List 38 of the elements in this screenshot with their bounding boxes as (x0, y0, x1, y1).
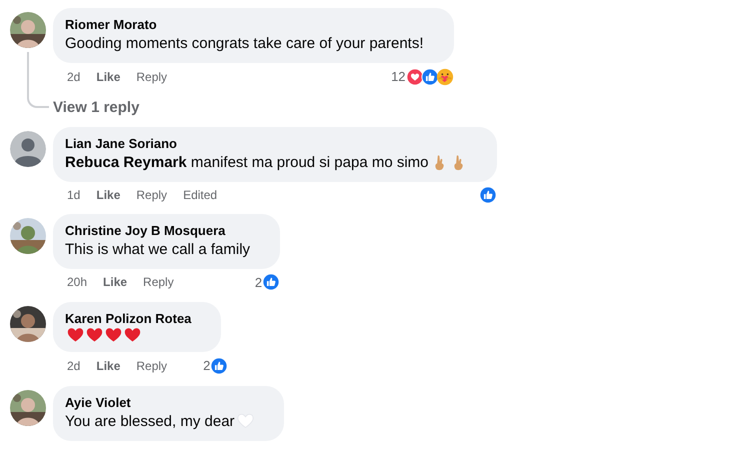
reply-link[interactable]: Reply (136, 358, 168, 374)
author-name[interactable]: Ayie Violet (65, 394, 254, 410)
comment-text: Gooding moments congrats take care of your parents! (65, 34, 424, 54)
comment-text: This is what we call a family (65, 240, 250, 260)
comment-text: manifest ma proud si papa mo simo (190, 152, 429, 172)
reaction-count: 2 (254, 274, 262, 292)
like-icon (420, 68, 439, 86)
reaction-count: 2 (203, 357, 210, 375)
comment-time: 1d (67, 186, 80, 204)
heart-icon (67, 327, 84, 344)
like-icon (262, 273, 280, 292)
mention-link[interactable]: Rebuca Reymark (65, 152, 187, 174)
comment-text: You are blessed, my dear (65, 412, 235, 432)
like-icon (478, 186, 497, 204)
comment-time: 2d (67, 358, 80, 375)
author-name[interactable]: Riomer Morato (65, 16, 424, 33)
reply-link[interactable]: Reply (136, 68, 168, 85)
heart-icon (86, 327, 103, 344)
like-link[interactable]: Like (96, 358, 120, 374)
author-name[interactable]: Christine Joy B Mosquera (65, 222, 250, 238)
reply-link[interactable]: Reply (143, 274, 174, 290)
like-link[interactable]: Like (103, 274, 128, 290)
heart-icon (124, 327, 141, 344)
comment-time: 20h (67, 274, 88, 292)
like-link[interactable]: Like (96, 68, 120, 85)
view-replies-link[interactable]: View 1 reply (53, 98, 454, 116)
author-name[interactable]: Karen Polizon Rotea (65, 310, 192, 327)
reply-link[interactable]: Reply (136, 186, 168, 202)
author-name[interactable]: Lian Jane Soriano (65, 134, 467, 152)
edited-label: Edited (183, 186, 218, 204)
avatar-icon (10, 130, 46, 166)
like-icon (210, 356, 228, 375)
heart-icon (236, 413, 254, 430)
comment-time: 2d (67, 68, 80, 86)
like-link[interactable]: Like (96, 186, 120, 202)
reaction-count: 12 (391, 68, 406, 86)
thread-line (27, 52, 49, 108)
heart-icon (105, 327, 122, 344)
